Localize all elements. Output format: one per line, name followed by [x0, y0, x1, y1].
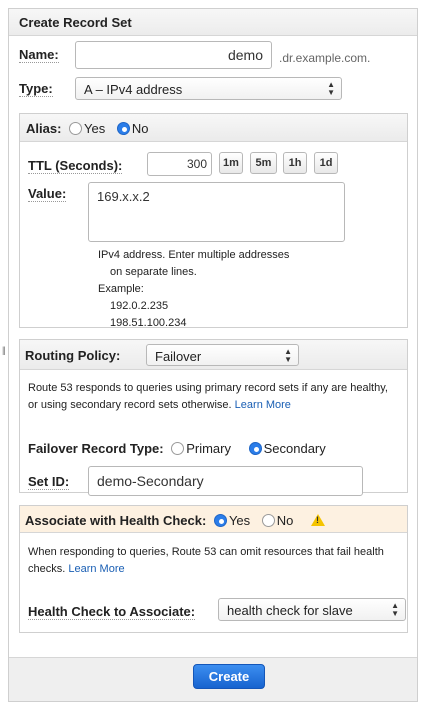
health-yes-label: Yes	[228, 513, 251, 528]
ttl-1h-button[interactable]: 1h	[283, 152, 307, 174]
health-check-label: Associate with Health Check:	[25, 513, 207, 528]
failover-secondary-label: Secondary	[263, 441, 326, 456]
select-arrows-icon: ▲ ▼	[284, 347, 292, 364]
health-description: When responding to queries, Route 53 can…	[28, 544, 384, 578]
failover-primary-label: Primary	[186, 441, 231, 456]
alias-section: Alias: Yes No TTL (Seconds): 1m 5m 1h 1d…	[19, 113, 408, 329]
value-text: 169.x.x.2	[97, 189, 150, 204]
alias-header: Alias: Yes No	[20, 114, 407, 142]
select-arrows-icon: ▲ ▼	[391, 601, 399, 618]
routing-desc-line2: or using secondary record sets otherwise…	[28, 399, 232, 411]
health-yes-radio[interactable]	[213, 514, 227, 527]
health-no-radio[interactable]	[261, 514, 275, 527]
health-desc-line2: checks.	[28, 563, 66, 575]
type-select[interactable]: A – IPv4 address ▲ ▼	[75, 77, 342, 100]
routing-policy-value: Failover	[155, 349, 202, 364]
health-check-associate-label: Health Check to Associate:	[28, 604, 196, 620]
warning-icon	[311, 514, 326, 526]
health-learn-more-link[interactable]: Learn More	[68, 563, 124, 575]
failover-secondary-radio[interactable]	[248, 442, 262, 455]
name-label: Name:	[19, 47, 59, 63]
value-help-line1: IPv4 address. Enter multiple addresses	[98, 249, 290, 261]
routing-description: Route 53 responds to queries using prima…	[28, 380, 388, 414]
routing-learn-more-link[interactable]: Learn More	[235, 399, 291, 411]
ttl-1d-button[interactable]: 1d	[314, 152, 338, 174]
ttl-1m-button[interactable]: 1m	[219, 152, 243, 174]
ttl-input[interactable]	[147, 152, 212, 176]
domain-suffix: .dr.example.com.	[279, 51, 371, 65]
alias-yes-label: Yes	[84, 121, 106, 136]
value-example-label: Example:	[98, 283, 144, 295]
routing-header: Routing Policy: Failover ▲ ▼	[20, 340, 407, 370]
alias-yes-radio[interactable]	[69, 122, 83, 135]
alias-no-label: No	[131, 121, 149, 136]
routing-policy-select[interactable]: Failover ▲ ▼	[146, 344, 299, 366]
alias-label: Alias:	[26, 121, 62, 136]
health-check-header: Associate with Health Check: Yes No	[20, 506, 407, 533]
alias-no-radio[interactable]	[116, 122, 130, 135]
value-help: IPv4 address. Enter multiple addresses o…	[98, 247, 289, 332]
select-arrows-icon: ▲ ▼	[327, 80, 335, 97]
ttl-5m-button[interactable]: 5m	[250, 152, 277, 174]
health-check-value: health check for slave	[227, 603, 353, 618]
create-record-set-panel: Create Record Set Name: .dr.example.com.…	[8, 8, 418, 702]
health-no-label: No	[276, 513, 294, 528]
set-id-label: Set ID:	[28, 474, 70, 490]
health-check-section: Associate with Health Check: Yes No When…	[19, 505, 408, 633]
set-id-input[interactable]	[88, 466, 363, 496]
health-check-select[interactable]: health check for slave ▲ ▼	[218, 598, 406, 621]
type-label: Type:	[19, 81, 53, 97]
panel-title: Create Record Set	[9, 9, 417, 36]
routing-label: Routing Policy:	[25, 348, 121, 363]
value-example-2: 198.51.100.234	[110, 317, 187, 329]
type-select-value: A – IPv4 address	[84, 82, 183, 97]
ttl-label: TTL (Seconds):	[28, 158, 123, 174]
create-button[interactable]: Create	[193, 664, 265, 689]
routing-desc-line1: Route 53 responds to queries using prima…	[28, 382, 388, 394]
value-example-1: 192.0.2.235	[110, 300, 169, 312]
failover-type-label: Failover Record Type:	[28, 441, 164, 456]
value-textarea[interactable]: 169.x.x.2	[88, 182, 345, 242]
failover-primary-radio[interactable]	[171, 442, 185, 455]
name-input[interactable]	[75, 41, 272, 69]
resize-handle[interactable]: ||	[2, 345, 6, 355]
routing-section: Routing Policy: Failover ▲ ▼ Route 53 res…	[19, 339, 408, 496]
value-help-line2: on separate lines.	[110, 266, 197, 278]
value-label: Value:	[28, 186, 67, 202]
health-desc-line1: When responding to queries, Route 53 can…	[28, 546, 384, 558]
